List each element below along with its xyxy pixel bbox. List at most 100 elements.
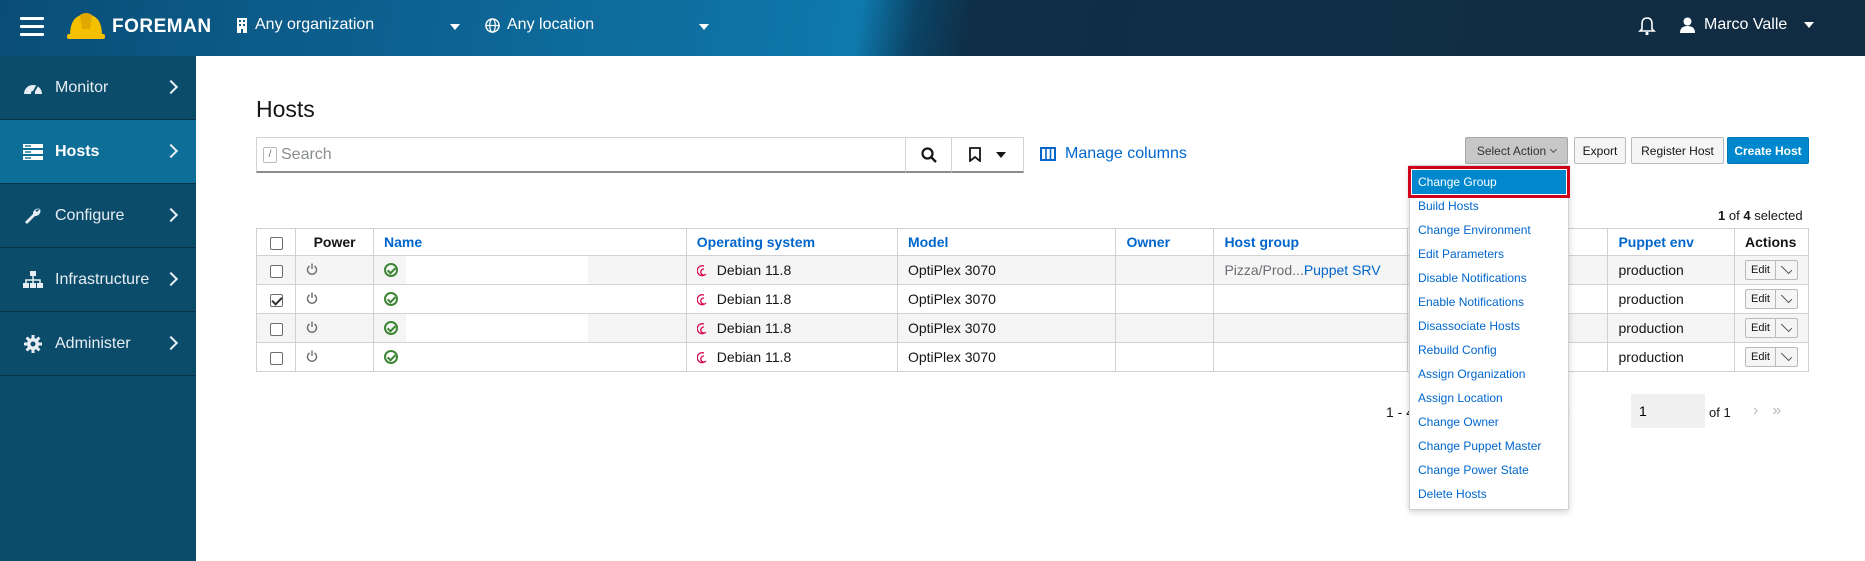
- selected-suffix: selected: [1754, 208, 1803, 223]
- manage-columns-link[interactable]: Manage columns: [1040, 145, 1187, 163]
- edit-button[interactable]: Edit: [1746, 290, 1775, 308]
- bookmark-dropdown-button[interactable]: [952, 137, 1024, 173]
- os-name: Debian 11.8: [716, 319, 792, 336]
- menu-item-edit-parameters[interactable]: Edit Parameters: [1410, 242, 1568, 266]
- power-icon[interactable]: [306, 350, 318, 362]
- selected-current: 1: [1718, 208, 1726, 223]
- hostgroup-link[interactable]: Puppet SRV: [1304, 262, 1381, 278]
- notifications-bell-icon[interactable]: [1638, 16, 1656, 36]
- os-cell: Debian 11.8: [685, 284, 898, 314]
- sidebar-item-hosts[interactable]: Hosts: [0, 120, 196, 184]
- foreman-helmet-logo: [67, 13, 105, 39]
- menu-item-rebuild-config[interactable]: Rebuild Config: [1410, 338, 1568, 362]
- columns-icon: [1040, 147, 1056, 161]
- redacted-host-name[interactable]: [405, 343, 588, 371]
- menu-item-change-environment[interactable]: Change Environment: [1410, 218, 1568, 242]
- row-select-cell: [255, 284, 297, 314]
- hostgroup-cell: Pizza/Prod...Puppet SRV: [1213, 255, 1408, 285]
- power-icon[interactable]: [306, 263, 318, 275]
- owner-cell: [1115, 284, 1215, 314]
- manage-columns-label: Manage columns: [1065, 145, 1187, 162]
- column-header-owner[interactable]: Owner: [1115, 228, 1215, 256]
- caret-down-icon: [1780, 262, 1793, 275]
- column-header-puppet-env[interactable]: Puppet env: [1607, 228, 1736, 256]
- column-header-model[interactable]: Model: [896, 228, 1117, 256]
- power-cell: [295, 342, 374, 372]
- selected-count: 1 of 4 selected: [1718, 208, 1803, 223]
- row-checkbox[interactable]: [269, 351, 283, 365]
- column-header-os[interactable]: Operating system: [685, 228, 898, 256]
- organization-selector[interactable]: Any organization: [236, 16, 460, 34]
- sidebar-item-monitor[interactable]: Monitor: [0, 56, 196, 120]
- edit-button[interactable]: Edit: [1746, 348, 1775, 366]
- select-all-checkbox[interactable]: [269, 236, 283, 250]
- row-checkbox[interactable]: [269, 264, 283, 278]
- menu-item-change-puppet-master[interactable]: Change Puppet Master: [1410, 434, 1568, 458]
- column-header-hostgroup[interactable]: Host group: [1213, 228, 1408, 256]
- edit-caret-button[interactable]: [1775, 261, 1797, 279]
- hostgroup-cell: [1213, 284, 1408, 314]
- search-button[interactable]: [906, 137, 952, 173]
- hamburger-menu-icon[interactable]: [20, 17, 44, 37]
- brand-name[interactable]: FOREMAN: [112, 16, 212, 38]
- register-host-button[interactable]: Register Host: [1631, 137, 1724, 164]
- network-icon: [22, 270, 44, 289]
- puppet-env-cell: production: [1607, 284, 1736, 314]
- search-input[interactable]: [281, 145, 881, 164]
- location-selector[interactable]: Any location: [485, 16, 709, 34]
- actions-cell: Edit: [1734, 284, 1809, 314]
- edit-caret-button[interactable]: [1775, 290, 1797, 308]
- menu-item-assign-organization[interactable]: Assign Organization: [1410, 362, 1568, 386]
- page-number-input[interactable]: [1631, 394, 1705, 428]
- status-ok-icon: [383, 263, 398, 277]
- column-header-name[interactable]: Name: [372, 228, 687, 256]
- chevron-right-icon: [163, 271, 179, 287]
- pagination-next-last[interactable]: ›»: [1753, 402, 1795, 420]
- edit-button[interactable]: Edit: [1746, 319, 1775, 337]
- sidebar-item-infrastructure[interactable]: Infrastructure: [0, 248, 196, 312]
- model-cell: OptiPlex 3070: [896, 342, 1117, 372]
- sidebar: Monitor Hosts Configure Infrastructure A…: [0, 56, 196, 561]
- sidebar-item-configure[interactable]: Configure: [0, 184, 196, 248]
- user-menu[interactable]: Marco Valle: [1680, 16, 1815, 34]
- name-cell: [372, 284, 687, 314]
- select-action-label: Select Action: [1476, 143, 1547, 158]
- column-header-power: Power: [295, 228, 374, 256]
- menu-item-build-hosts[interactable]: Build Hosts: [1410, 194, 1568, 218]
- os-cell: Debian 11.8: [685, 313, 898, 343]
- redacted-host-name[interactable]: [405, 285, 588, 313]
- building-icon: [237, 17, 247, 33]
- export-button[interactable]: Export: [1574, 137, 1626, 164]
- menu-item-disable-notifications[interactable]: Disable Notifications: [1410, 266, 1568, 290]
- hostgroup-cell: [1213, 313, 1408, 343]
- power-icon[interactable]: [306, 321, 318, 333]
- redacted-host-name[interactable]: [405, 314, 588, 342]
- menu-item-assign-location[interactable]: Assign Location: [1410, 386, 1568, 410]
- select-action-button[interactable]: Select Action: [1465, 137, 1568, 164]
- create-host-button[interactable]: Create Host: [1727, 137, 1809, 164]
- organization-caret-icon: [450, 24, 460, 30]
- redacted-host-name[interactable]: [405, 256, 588, 284]
- edit-caret-button[interactable]: [1775, 348, 1797, 366]
- table-row: Debian 11.8 OptiPlex 3070 Pizza/Prod...P…: [255, 255, 1809, 285]
- edit-caret-button[interactable]: [1775, 319, 1797, 337]
- power-icon[interactable]: [306, 292, 318, 304]
- dashboard-icon: [22, 79, 44, 97]
- menu-item-change-group[interactable]: Change Group: [1408, 166, 1570, 198]
- sidebar-item-administer[interactable]: Administer: [0, 312, 196, 376]
- menu-item-change-power-state[interactable]: Change Power State: [1410, 458, 1568, 482]
- row-checkbox[interactable]: [269, 322, 283, 336]
- menu-item-enable-notifications[interactable]: Enable Notifications: [1410, 290, 1568, 314]
- user-icon: [1680, 17, 1695, 33]
- power-cell: [295, 255, 374, 285]
- edit-button-group: Edit: [1745, 318, 1798, 338]
- row-checkbox[interactable]: [269, 293, 283, 307]
- edit-button-group: Edit: [1745, 347, 1798, 367]
- model-cell: OptiPlex 3070: [896, 255, 1117, 285]
- menu-item-change-owner[interactable]: Change Owner: [1410, 410, 1568, 434]
- caret-down-icon: [995, 151, 1006, 158]
- edit-button[interactable]: Edit: [1746, 261, 1775, 279]
- menu-item-delete-hosts[interactable]: Delete Hosts: [1410, 482, 1568, 506]
- menu-item-disassociate-hosts[interactable]: Disassociate Hosts: [1410, 314, 1568, 338]
- user-name: Marco Valle: [1704, 16, 1788, 33]
